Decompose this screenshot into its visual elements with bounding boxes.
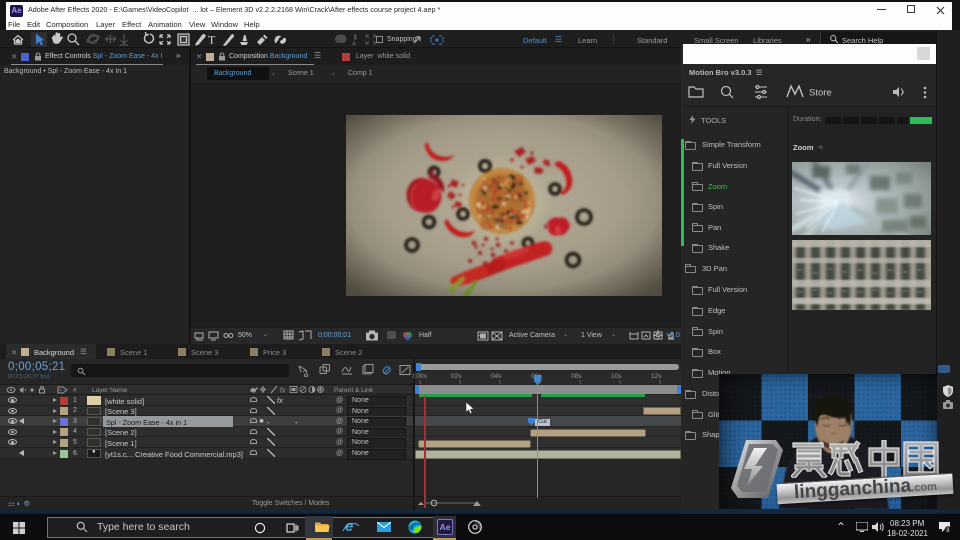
svg-text:Store: Store [809, 88, 832, 99]
svg-text:fx: fx [280, 388, 286, 395]
svg-text:T: T [208, 33, 216, 47]
